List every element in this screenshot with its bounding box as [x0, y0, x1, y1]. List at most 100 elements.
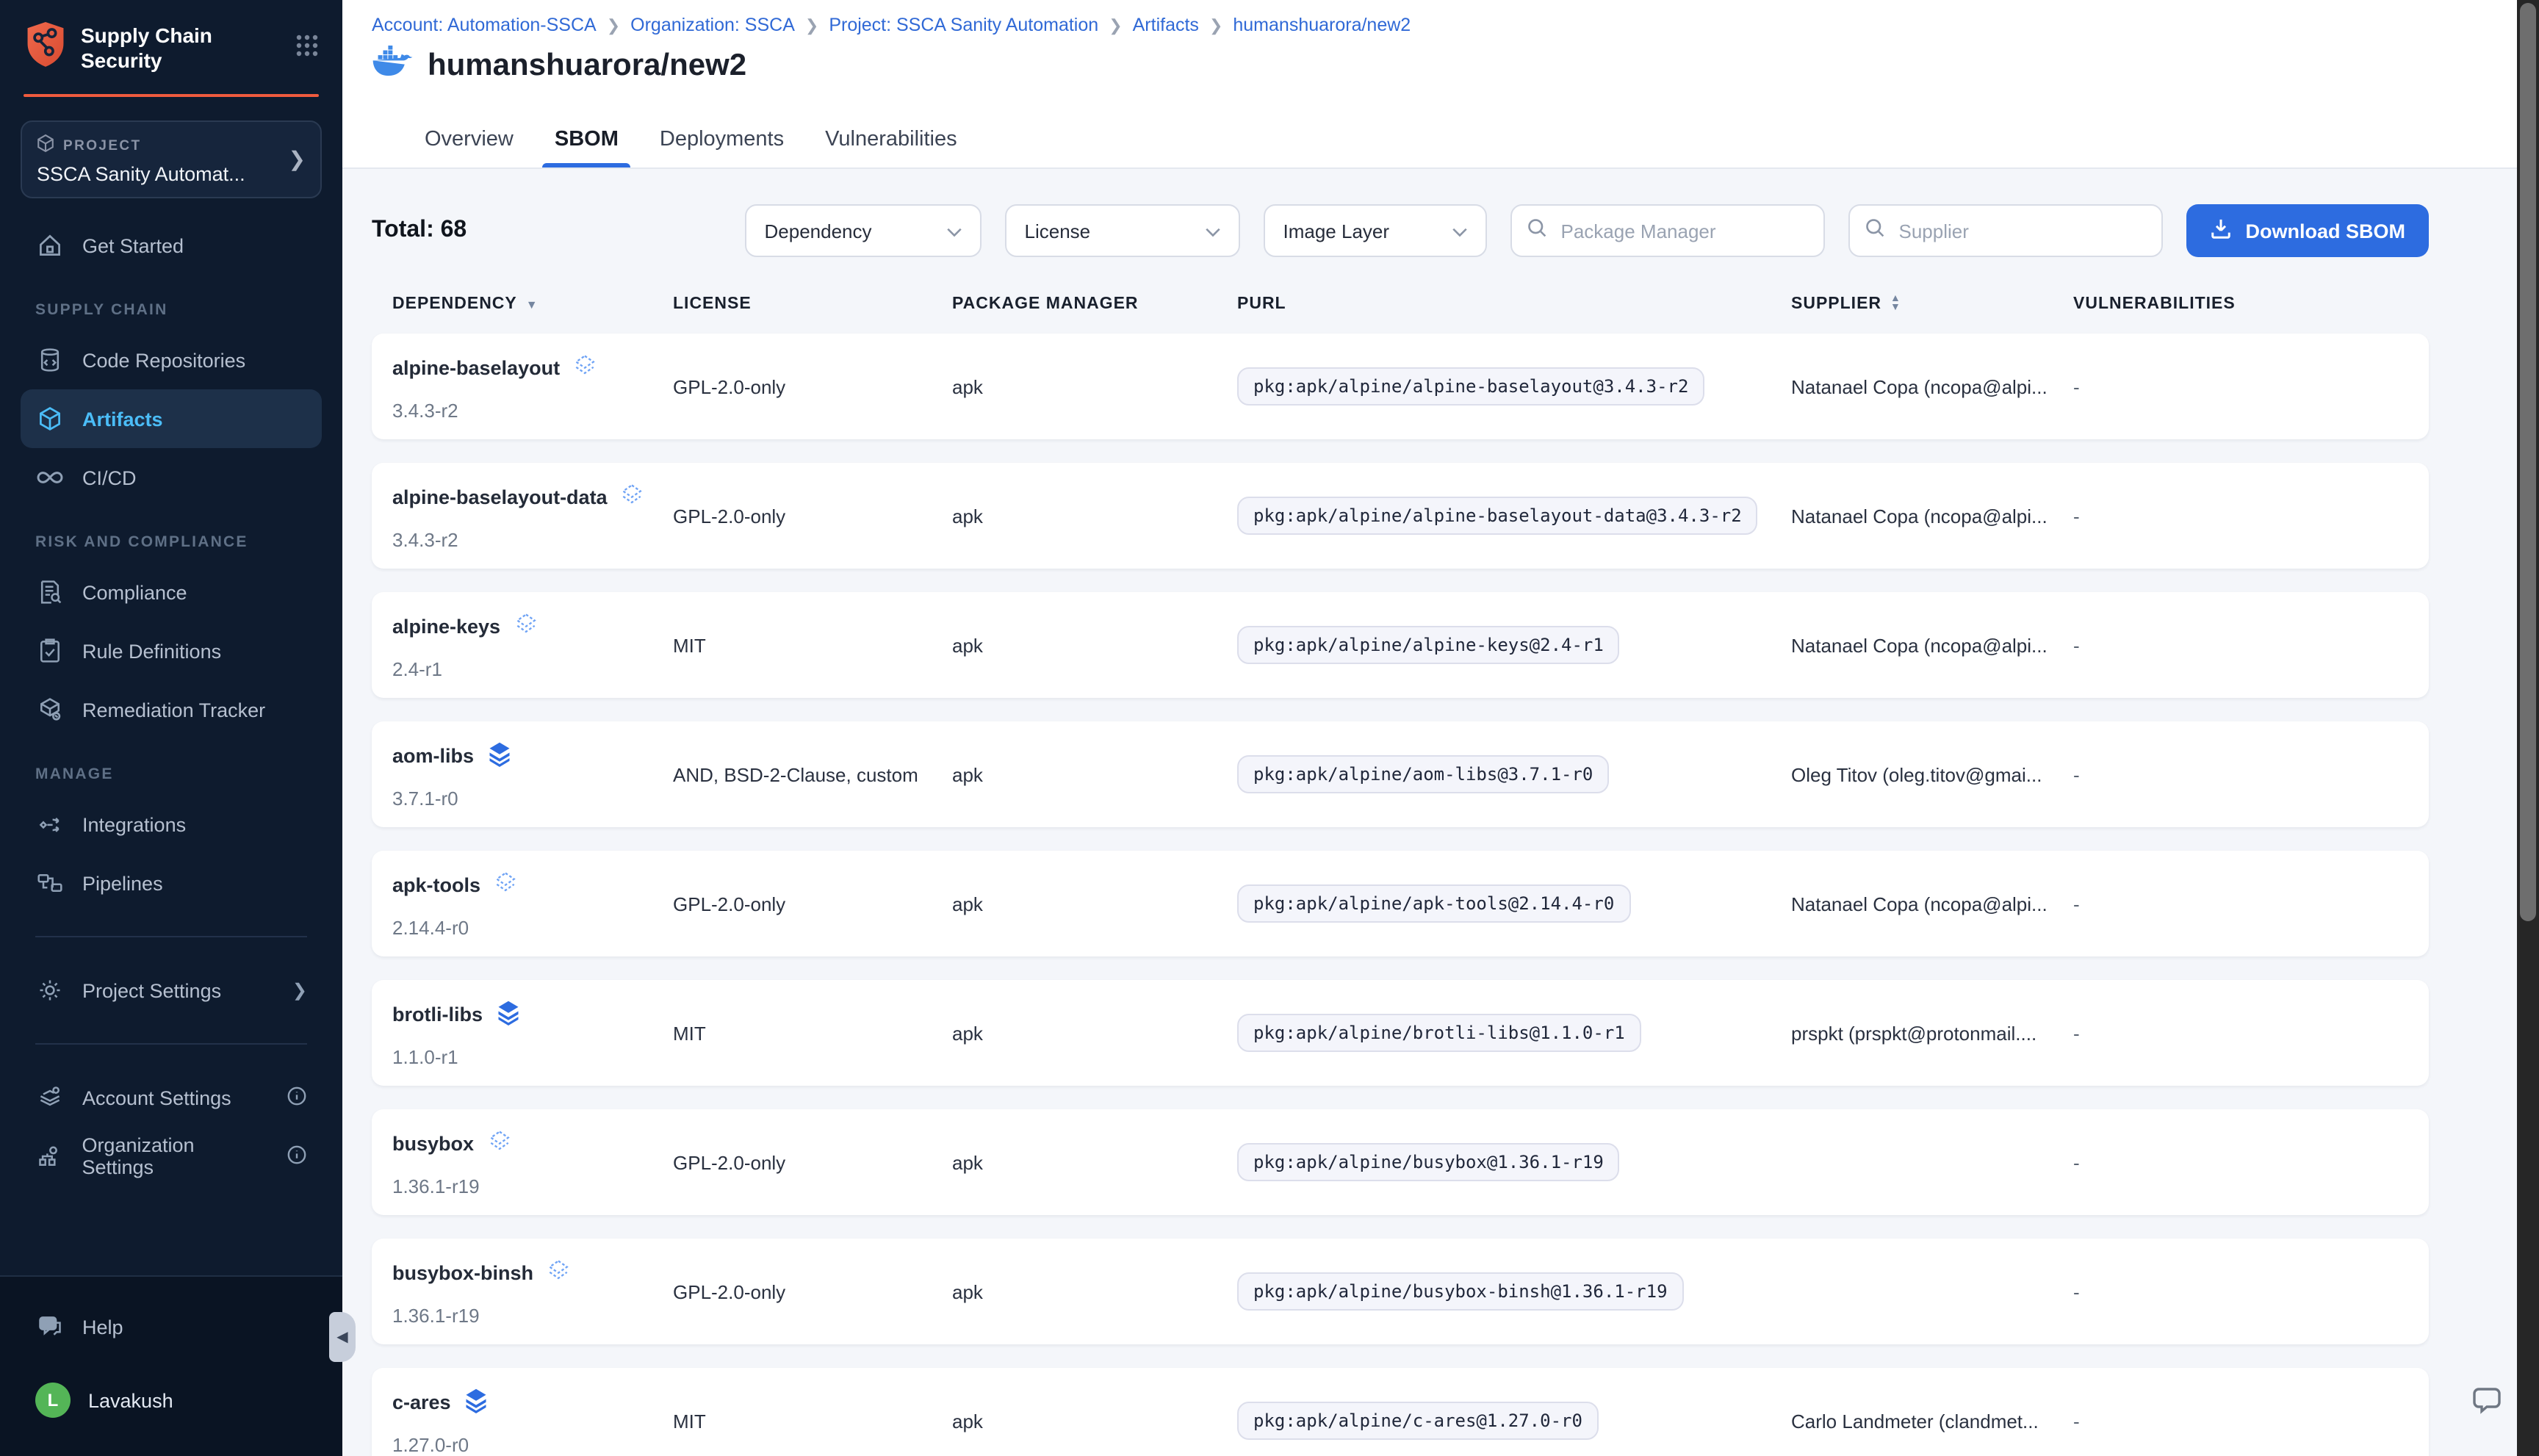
column-label: LICENSE	[673, 295, 752, 313]
tab-vulnerabilities[interactable]: Vulnerabilities	[825, 116, 957, 167]
table-row[interactable]: alpine-baselayout 3.4.3-r2 GPL-2.0-only …	[372, 334, 2429, 439]
breadcrumb-separator: ❯	[607, 15, 620, 35]
breadcrumb-separator: ❯	[805, 15, 818, 35]
breadcrumb-account-link[interactable]: Account: Automation-SSCA	[372, 15, 597, 35]
purl-chip[interactable]: pkg:apk/alpine/busybox-binsh@1.36.1-r19	[1237, 1272, 1684, 1311]
page-title: humanshuarora/new2	[428, 48, 746, 83]
supplier-value: Natanael Copa (ncopa@alpi...	[1791, 893, 2073, 915]
sidebar-item-integrations[interactable]: Integrations	[21, 795, 322, 854]
table-row[interactable]: busybox 1.36.1-r19 GPL-2.0-only apk	[372, 1109, 2429, 1215]
purl-chip[interactable]: pkg:apk/alpine/busybox@1.36.1-r19	[1237, 1143, 1620, 1181]
sidebar-item-project-settings[interactable]: Project Settings ❯	[21, 961, 322, 1020]
app-title: Supply Chain Security	[81, 24, 282, 73]
supplier-search-input[interactable]	[1896, 218, 2147, 243]
purl-cell: pkg:apk/alpine/brotli-libs@1.1.0-r1	[1237, 1014, 1791, 1052]
support-chat-icon[interactable]	[2471, 1384, 2504, 1424]
table-row[interactable]: apk-tools 2.14.4-r0 GPL-2.0-only apk	[372, 851, 2429, 956]
tab-overview[interactable]: Overview	[425, 116, 514, 167]
supply-chain-security-logo-icon	[24, 21, 68, 76]
sidebar: Supply Chain Security PROJECT	[0, 0, 342, 1456]
package-manager-search-input[interactable]	[1558, 218, 1809, 243]
cube-wrench-icon	[35, 696, 65, 723]
main-area: Account: Automation-SSCA ❯ Organization:…	[342, 0, 2517, 1456]
vulnerabilities-value: -	[2073, 375, 2429, 397]
purl-chip[interactable]: pkg:apk/alpine/brotli-libs@1.1.0-r1	[1237, 1014, 1641, 1052]
dependency-filter-dropdown[interactable]: Dependency	[746, 204, 982, 257]
sidebar-item-get-started[interactable]: Get Started	[21, 216, 322, 275]
sidebar-item-rule-definitions[interactable]: Rule Definitions	[21, 621, 322, 680]
license-filter-dropdown[interactable]: License	[1006, 204, 1241, 257]
purl-chip[interactable]: pkg:apk/alpine/apk-tools@2.14.4-r0	[1237, 884, 1630, 923]
package-manager-value: apk	[952, 1280, 1237, 1302]
integrations-icon	[35, 811, 65, 837]
search-icon	[1527, 217, 1548, 245]
dependency-cell: alpine-baselayout-data 3.4.3-r2	[392, 463, 673, 569]
sidebar-item-code-repositories[interactable]: Code Repositories	[21, 331, 322, 389]
table-row[interactable]: brotli-libs 1.1.0-r1 MIT apk pk	[372, 980, 2429, 1086]
sidebar-item-account-settings[interactable]: Account Settings	[21, 1068, 322, 1127]
sidebar-item-pipelines[interactable]: Pipelines	[21, 854, 322, 912]
supplier-search[interactable]	[1849, 204, 2164, 257]
license-value: GPL-2.0-only	[673, 1151, 952, 1173]
license-value: AND, BSD-2-Clause, custom	[673, 763, 952, 785]
info-icon	[287, 1144, 307, 1169]
dependency-cell: brotli-libs 1.1.0-r1	[392, 980, 673, 1086]
sidebar-item-label: Pipelines	[82, 872, 163, 894]
sidebar-item-remediation-tracker[interactable]: Remediation Tracker	[21, 680, 322, 739]
purl-chip[interactable]: pkg:apk/alpine/aom-libs@3.7.1-r0	[1237, 755, 1609, 793]
layers-gear-icon	[35, 1084, 65, 1111]
package-manager-search[interactable]	[1511, 204, 1826, 257]
vulnerabilities-value: -	[2073, 893, 2429, 915]
sidebar-item-organization-settings[interactable]: Organization Settings	[21, 1127, 322, 1186]
table-row[interactable]: alpine-baselayout-data 3.4.3-r2 GPL-2.0-…	[372, 463, 2429, 569]
package-manager-value: apk	[952, 763, 1237, 785]
sidebar-item-label: Remediation Tracker	[82, 699, 265, 721]
sidebar-collapse-handle[interactable]: ◀	[329, 1312, 356, 1362]
user-name: Lavakush	[88, 1389, 173, 1411]
table-row[interactable]: alpine-keys 2.4-r1 MIT apk pkg:	[372, 592, 2429, 698]
dependency-name: aom-libs	[392, 745, 474, 767]
purl-chip[interactable]: pkg:apk/alpine/alpine-baselayout@3.4.3-r…	[1237, 367, 1704, 406]
sidebar-item-compliance[interactable]: Compliance	[21, 563, 322, 621]
license-value: MIT	[673, 634, 952, 656]
project-name: SSCA Sanity Automat...	[37, 163, 289, 185]
purl-chip[interactable]: pkg:apk/alpine/c-ares@1.27.0-r0	[1237, 1402, 1599, 1440]
page-scrollbar[interactable]	[2517, 0, 2539, 1456]
purl-chip[interactable]: pkg:apk/alpine/alpine-baselayout-data@3.…	[1237, 497, 1758, 535]
org-gear-icon	[35, 1143, 64, 1170]
dependency-version: 2.4-r1	[392, 658, 673, 680]
tab-sbom[interactable]: SBOM	[555, 116, 619, 167]
app-logo-row: Supply Chain Security	[0, 0, 342, 94]
breadcrumb-organization-link[interactable]: Organization: SSCA	[630, 15, 795, 35]
column-header-purl: PURL	[1237, 295, 1791, 313]
purl-chip[interactable]: pkg:apk/alpine/alpine-keys@2.4-r1	[1237, 626, 1620, 664]
image-layer-filter-dropdown[interactable]: Image Layer	[1264, 204, 1488, 257]
cube-icon	[37, 134, 54, 157]
breadcrumb-artifact-name[interactable]: humanshuarora/new2	[1233, 15, 1411, 35]
column-header-dependency[interactable]: DEPENDENCY ▼	[392, 295, 673, 313]
user-menu[interactable]: L Lavakush	[21, 1371, 322, 1430]
column-header-supplier[interactable]: SUPPLIER ▲▼	[1791, 295, 2073, 313]
package-manager-value: apk	[952, 1151, 1237, 1173]
download-sbom-button[interactable]: Download SBOM	[2187, 204, 2430, 257]
scrollbar-thumb[interactable]	[2520, 3, 2536, 921]
module-grid-icon[interactable]	[295, 33, 319, 64]
tab-deployments[interactable]: Deployments	[660, 116, 784, 167]
breadcrumb-artifacts-link[interactable]: Artifacts	[1133, 15, 1199, 35]
project-selector[interactable]: PROJECT SSCA Sanity Automat... ❯	[21, 120, 322, 198]
layers-dashed-icon	[492, 870, 519, 901]
purl-cell: pkg:apk/alpine/alpine-baselayout-data@3.…	[1237, 497, 1791, 535]
home-icon	[35, 232, 65, 259]
sidebar-item-help[interactable]: ? Help	[21, 1297, 322, 1356]
dependency-cell: busybox 1.36.1-r19	[392, 1109, 673, 1215]
sidebar-item-cicd[interactable]: CI/CD	[21, 448, 322, 507]
table-row[interactable]: aom-libs 3.7.1-r0 AND, BSD-2-Clause, cus…	[372, 721, 2429, 827]
sidebar-item-artifacts[interactable]: Artifacts	[21, 389, 322, 448]
breadcrumb-project-link[interactable]: Project: SSCA Sanity Automation	[829, 15, 1098, 35]
table-row[interactable]: busybox-binsh 1.36.1-r19 GPL-2.0-only ap…	[372, 1239, 2429, 1344]
table-row[interactable]: c-ares 1.27.0-r0 MIT apk pkg:ap	[372, 1368, 2429, 1456]
dependency-version: 1.36.1-r19	[392, 1175, 673, 1197]
sidebar-item-label: Help	[82, 1316, 123, 1338]
dependency-cell: alpine-baselayout 3.4.3-r2	[392, 334, 673, 439]
layers-dashed-icon	[512, 611, 539, 642]
